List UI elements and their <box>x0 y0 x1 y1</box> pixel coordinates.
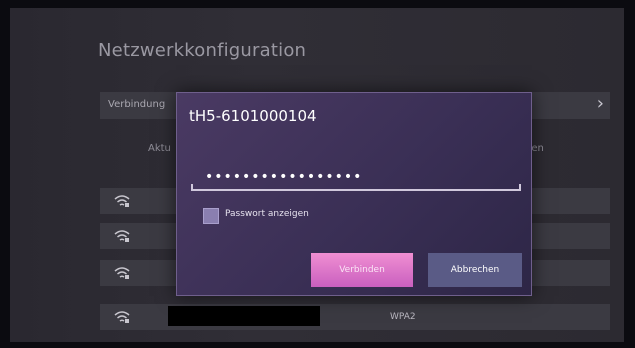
password-field[interactable]: ••••••••••••••••• <box>191 167 521 191</box>
network-security-label: WPA2 <box>390 312 416 322</box>
wifi-lock-icon <box>114 195 130 207</box>
field-underline <box>191 184 521 191</box>
wifi-lock-icon <box>114 230 130 242</box>
show-password-checkbox[interactable] <box>203 208 219 224</box>
password-value: ••••••••••••••••• <box>205 169 363 185</box>
wifi-lock-icon <box>114 267 130 279</box>
network-row[interactable]: WPA2 <box>100 304 610 330</box>
tv-screen: Netzwerkkonfiguration Verbindung › Aktu … <box>10 8 624 342</box>
connections-label: Verbindung <box>108 99 166 110</box>
page-title: Netzwerkkonfiguration <box>98 40 307 61</box>
redacted-network-name <box>168 306 320 326</box>
header-left-label: Aktu <box>148 143 171 154</box>
dialog-network-name: tH5-6101000104 <box>189 107 317 125</box>
connect-button[interactable]: Verbinden <box>311 253 413 287</box>
cancel-button[interactable]: Abbrechen <box>428 253 522 287</box>
show-password-label: Passwort anzeigen <box>225 209 309 219</box>
chevron-right-icon: › <box>596 93 604 114</box>
wifi-password-dialog: tH5-6101000104 ••••••••••••••••• Passwor… <box>176 92 532 296</box>
wifi-lock-icon <box>114 311 130 323</box>
